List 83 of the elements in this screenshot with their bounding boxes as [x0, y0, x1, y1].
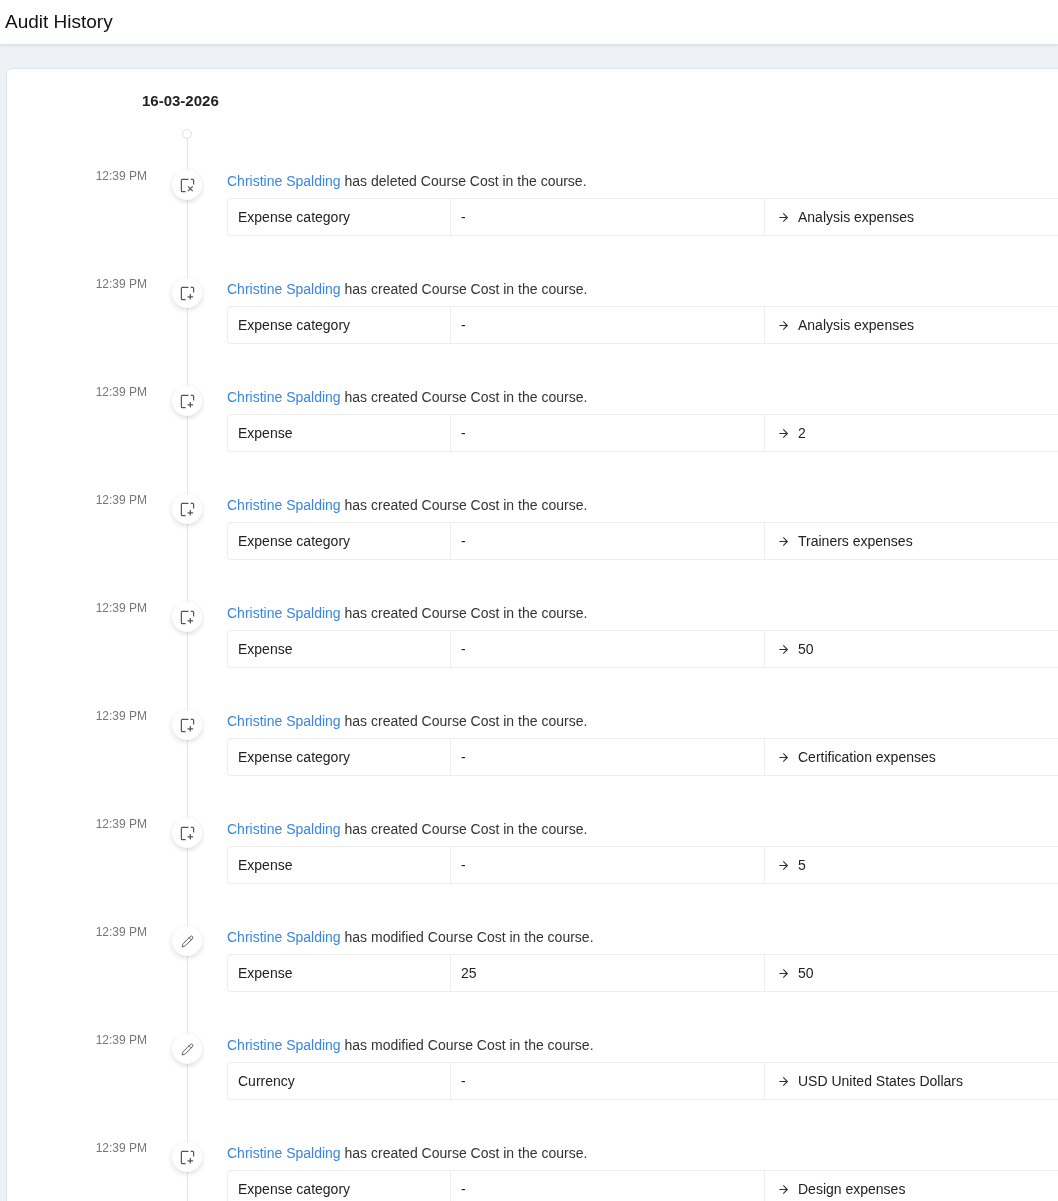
user-link[interactable]: Christine Spalding [227, 1145, 341, 1161]
user-link[interactable]: Christine Spalding [227, 389, 341, 405]
old-value-cell: 25 [451, 955, 765, 991]
square-plus-icon [179, 1149, 195, 1165]
square-plus-icon [179, 717, 195, 733]
square-x-icon [179, 177, 195, 193]
arrow-right-icon [777, 318, 790, 332]
event-message: Christine Spalding has modified Course Cost in the course. [227, 928, 595, 946]
arrow-right-icon [777, 426, 790, 440]
new-value: 50 [798, 641, 814, 657]
arrow-right-icon [777, 210, 790, 224]
field-cell: Expense [228, 955, 451, 991]
new-value: Analysis expenses [798, 209, 914, 225]
pencil-icon [180, 1042, 194, 1056]
event-time: 12:39 PM [94, 1140, 147, 1157]
event-time: 12:39 PM [94, 1032, 147, 1049]
pencil-icon [180, 934, 194, 948]
field-cell: Expense [228, 415, 451, 451]
field-cell: Expense category [228, 523, 451, 559]
event-message: Christine Spalding has created Course Cost in the course. [227, 496, 589, 514]
arrow-right-icon [777, 858, 790, 872]
new-value: Design expenses [798, 1181, 906, 1197]
old-value-cell: - [451, 523, 765, 559]
old-value-cell: - [451, 1063, 765, 1099]
square-plus-icon [179, 609, 195, 625]
old-value-cell: - [451, 415, 765, 451]
event-time: 12:39 PM [94, 924, 147, 941]
user-link[interactable]: Christine Spalding [227, 1037, 341, 1053]
event-time: 12:39 PM [94, 384, 147, 401]
arrow-right-icon [777, 534, 790, 548]
new-value: 50 [798, 965, 814, 981]
user-link[interactable]: Christine Spalding [227, 605, 341, 621]
square-plus-icon [179, 393, 195, 409]
user-link[interactable]: Christine Spalding [227, 821, 341, 837]
field-cell: Expense category [228, 199, 451, 235]
old-value-cell: - [451, 847, 765, 883]
event-time: 12:39 PM [94, 708, 147, 725]
event-time: 12:39 PM [94, 600, 147, 617]
user-link[interactable]: Christine Spalding [227, 713, 341, 729]
field-cell: Expense [228, 847, 451, 883]
field-cell: Expense category [228, 307, 451, 343]
user-link[interactable]: Christine Spalding [227, 497, 341, 513]
user-link[interactable]: Christine Spalding [227, 281, 341, 297]
square-plus-icon [179, 285, 195, 301]
old-value-cell: - [451, 631, 765, 667]
timeline-start-dot [182, 129, 192, 139]
new-value: 5 [798, 857, 806, 873]
event-time: 12:39 PM [94, 816, 147, 833]
new-value: Certification expenses [798, 749, 936, 765]
event-message: Christine Spalding has created Course Cost in the course. [227, 712, 589, 730]
square-plus-icon [179, 501, 195, 517]
event-message: Christine Spalding has created Course Cost in the course. [227, 820, 589, 838]
new-value: 2 [798, 425, 806, 441]
old-value-cell: - [451, 739, 765, 775]
new-value: USD United States Dollars [798, 1073, 963, 1089]
arrow-right-icon [777, 966, 790, 980]
event-message: Christine Spalding has created Course Cost in the course. [227, 604, 589, 622]
event-message: Christine Spalding has created Course Cost in the course. [227, 1144, 589, 1162]
field-cell: Expense category [228, 739, 451, 775]
arrow-right-icon [777, 1182, 790, 1196]
page-title: Audit History [5, 11, 113, 33]
event-time: 12:39 PM [94, 276, 147, 293]
arrow-right-icon [777, 750, 790, 764]
field-cell: Expense [228, 631, 451, 667]
event-message: Christine Spalding has modified Course Cost in the course. [227, 1036, 595, 1054]
field-cell: Expense category [228, 1171, 451, 1201]
square-plus-icon [179, 825, 195, 841]
event-message: Christine Spalding has deleted Course Cost in the course. [227, 172, 588, 190]
user-link[interactable]: Christine Spalding [227, 173, 341, 189]
event-time: 12:39 PM [94, 168, 147, 185]
arrow-right-icon [777, 1074, 790, 1088]
date-heading: 16-03-2026 [141, 91, 220, 111]
old-value-cell: - [451, 307, 765, 343]
event-message: Christine Spalding has created Course Cost in the course. [227, 280, 589, 298]
new-value: Analysis expenses [798, 317, 914, 333]
event-time: 12:39 PM [94, 492, 147, 509]
field-cell: Currency [228, 1063, 451, 1099]
old-value-cell: - [451, 199, 765, 235]
user-link[interactable]: Christine Spalding [227, 929, 341, 945]
arrow-right-icon [777, 642, 790, 656]
old-value-cell: - [451, 1171, 765, 1201]
new-value: Trainers expenses [798, 533, 913, 549]
event-message: Christine Spalding has created Course Cost in the course. [227, 388, 589, 406]
